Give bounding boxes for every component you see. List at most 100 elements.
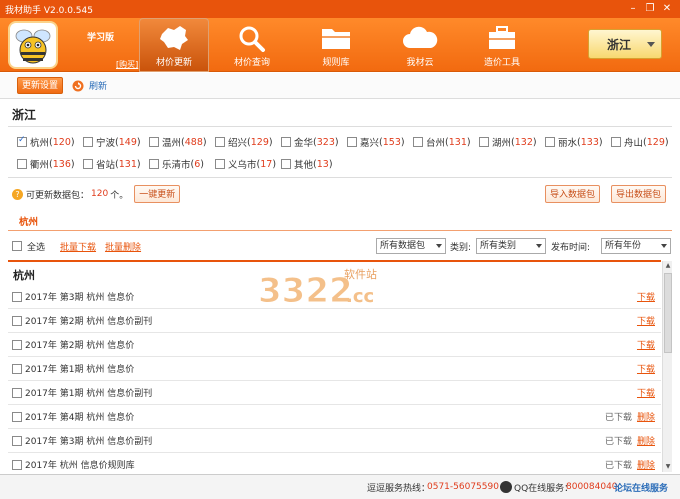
magnifier-icon: [237, 23, 267, 53]
download-link[interactable]: 下载: [637, 290, 655, 303]
title-bar: 我材助手 V2.0.0.545 – ❐ ✕: [0, 0, 680, 18]
minimize-icon[interactable]: –: [626, 2, 640, 15]
checkbox[interactable]: [12, 291, 22, 302]
nav-price-update[interactable]: 材价更新: [139, 18, 209, 72]
export-package-button[interactable]: 导出数据包: [611, 185, 667, 203]
qq-label: QQ在线服务：: [514, 483, 574, 494]
update-all-button[interactable]: 一键更新: [134, 185, 181, 203]
nav-cost-tools[interactable]: 造价工具: [467, 18, 537, 72]
city-checkbox[interactable]: 乐清市(6): [149, 157, 204, 171]
checkbox[interactable]: [149, 159, 159, 169]
city-checkbox[interactable]: 绍兴(129): [215, 135, 273, 149]
checkbox[interactable]: [545, 137, 555, 147]
delete-link[interactable]: 删除: [637, 410, 655, 423]
checkbox[interactable]: [17, 159, 27, 169]
nav-label: 造价工具: [483, 58, 520, 68]
refresh-label: 刷新: [89, 82, 108, 92]
checkbox[interactable]: [12, 411, 22, 422]
refresh-icon: [72, 80, 84, 91]
checkbox[interactable]: [12, 363, 22, 374]
category-select[interactable]: 所有类别: [476, 238, 546, 254]
batch-download-link[interactable]: 批量下载: [60, 240, 96, 253]
close-icon[interactable]: ✕: [660, 2, 674, 15]
city-checkbox[interactable]: 舟山(129): [611, 135, 669, 149]
checkbox[interactable]: [347, 137, 357, 147]
city-checkbox[interactable]: 温州(488): [149, 135, 207, 149]
list-scrollbar[interactable]: ▲ ▼: [662, 261, 672, 472]
list-item: 2017年 第2期 杭州 信息价副刊 下载: [8, 309, 661, 333]
list-city-title: 杭州: [13, 269, 35, 282]
checkbox-checked[interactable]: [17, 135, 27, 147]
checkbox[interactable]: [83, 137, 93, 147]
nav-label: 规则库: [322, 58, 350, 68]
list-item: 2017年 第4期 杭州 信息价 已下载 删除: [8, 405, 661, 429]
checkbox[interactable]: [215, 137, 225, 147]
download-link[interactable]: 下载: [637, 338, 655, 351]
batch-delete-link[interactable]: 批量删除: [105, 240, 141, 253]
buy-link[interactable]: [购买]: [116, 59, 138, 70]
checkbox[interactable]: [479, 137, 489, 147]
package-info: ? 可更新数据包： 120 个。 一键更新: [12, 185, 181, 203]
date-select[interactable]: 所有年份: [601, 238, 671, 254]
download-link[interactable]: 下载: [637, 362, 655, 375]
forum-link[interactable]: 论坛在线服务: [614, 481, 668, 494]
city-checkbox[interactable]: 湖州(132): [479, 135, 537, 149]
category-label: 类别:: [450, 243, 472, 253]
update-settings-button[interactable]: 更新设置: [17, 77, 64, 94]
region-dropdown[interactable]: 浙江: [588, 29, 662, 59]
package-filter-select[interactable]: 所有数据包: [376, 238, 446, 254]
checkbox[interactable]: [12, 435, 22, 446]
refresh-button[interactable]: 刷新: [72, 79, 107, 92]
chevron-down-icon: [647, 42, 655, 47]
city-checkbox[interactable]: 杭州(120): [17, 135, 75, 149]
qq-penguin-icon: [500, 481, 512, 493]
checkbox[interactable]: [12, 459, 22, 470]
delete-link[interactable]: 删除: [637, 434, 655, 447]
checkbox[interactable]: [149, 137, 159, 147]
nav-price-query[interactable]: 材价查询: [217, 18, 287, 72]
downloaded-status: 已下载: [604, 413, 632, 423]
checkbox[interactable]: [12, 339, 22, 350]
city-checkbox[interactable]: 宁波(149): [83, 135, 141, 149]
checkbox[interactable]: [611, 137, 621, 147]
nav-rule-library[interactable]: 规则库: [301, 18, 371, 72]
sub-toolbar: 更新设置 刷新: [0, 73, 680, 99]
city-checkbox[interactable]: 丽水(133): [545, 135, 603, 149]
cloud-icon: [402, 23, 438, 53]
select-all-label: 全选: [27, 242, 46, 253]
checkbox[interactable]: [215, 159, 225, 169]
city-checkbox[interactable]: 其他(13): [281, 157, 333, 171]
province-title: 浙江: [12, 108, 37, 122]
downloaded-status: 已下载: [604, 461, 632, 471]
nav-cloud[interactable]: 我材云: [385, 18, 455, 72]
city-checkbox[interactable]: 嘉兴(153): [347, 135, 405, 149]
china-map-icon: [158, 23, 190, 53]
scroll-up-icon[interactable]: ▲: [663, 261, 673, 271]
status-bar: 逗逗服务热线： 0571-56075590 QQ在线服务： 800084040 …: [0, 474, 680, 499]
nav-label: 我材云: [406, 58, 434, 68]
checkbox[interactable]: [12, 315, 22, 326]
checkbox[interactable]: [281, 159, 291, 169]
checkbox[interactable]: [12, 387, 22, 398]
city-checkbox[interactable]: 省站(131): [83, 157, 141, 171]
city-checkbox[interactable]: 义乌市(17): [215, 157, 276, 171]
city-checkbox[interactable]: 衢州(136): [17, 157, 75, 171]
city-checkbox[interactable]: 台州(131): [413, 135, 471, 149]
scroll-thumb[interactable]: [664, 273, 672, 353]
list-item: 2017年 第1期 杭州 信息价 下载: [8, 357, 661, 381]
tab-hangzhou[interactable]: 杭州: [19, 214, 38, 228]
select-all-checkbox[interactable]: [12, 241, 22, 251]
import-package-button[interactable]: 导入数据包: [545, 185, 601, 203]
qq-number[interactable]: 800084040: [566, 482, 618, 492]
maximize-icon[interactable]: ❐: [643, 2, 657, 15]
checkbox[interactable]: [281, 137, 291, 147]
checkbox[interactable]: [83, 159, 93, 169]
checkbox[interactable]: [413, 137, 423, 147]
city-checkbox[interactable]: 金华(323): [281, 135, 339, 149]
watermark-text: 软件站: [344, 267, 377, 281]
scroll-down-icon[interactable]: ▼: [663, 462, 673, 472]
download-link[interactable]: 下载: [637, 386, 655, 399]
delete-link[interactable]: 删除: [637, 458, 655, 471]
downloaded-status: 已下载: [604, 437, 632, 447]
download-link[interactable]: 下载: [637, 314, 655, 327]
